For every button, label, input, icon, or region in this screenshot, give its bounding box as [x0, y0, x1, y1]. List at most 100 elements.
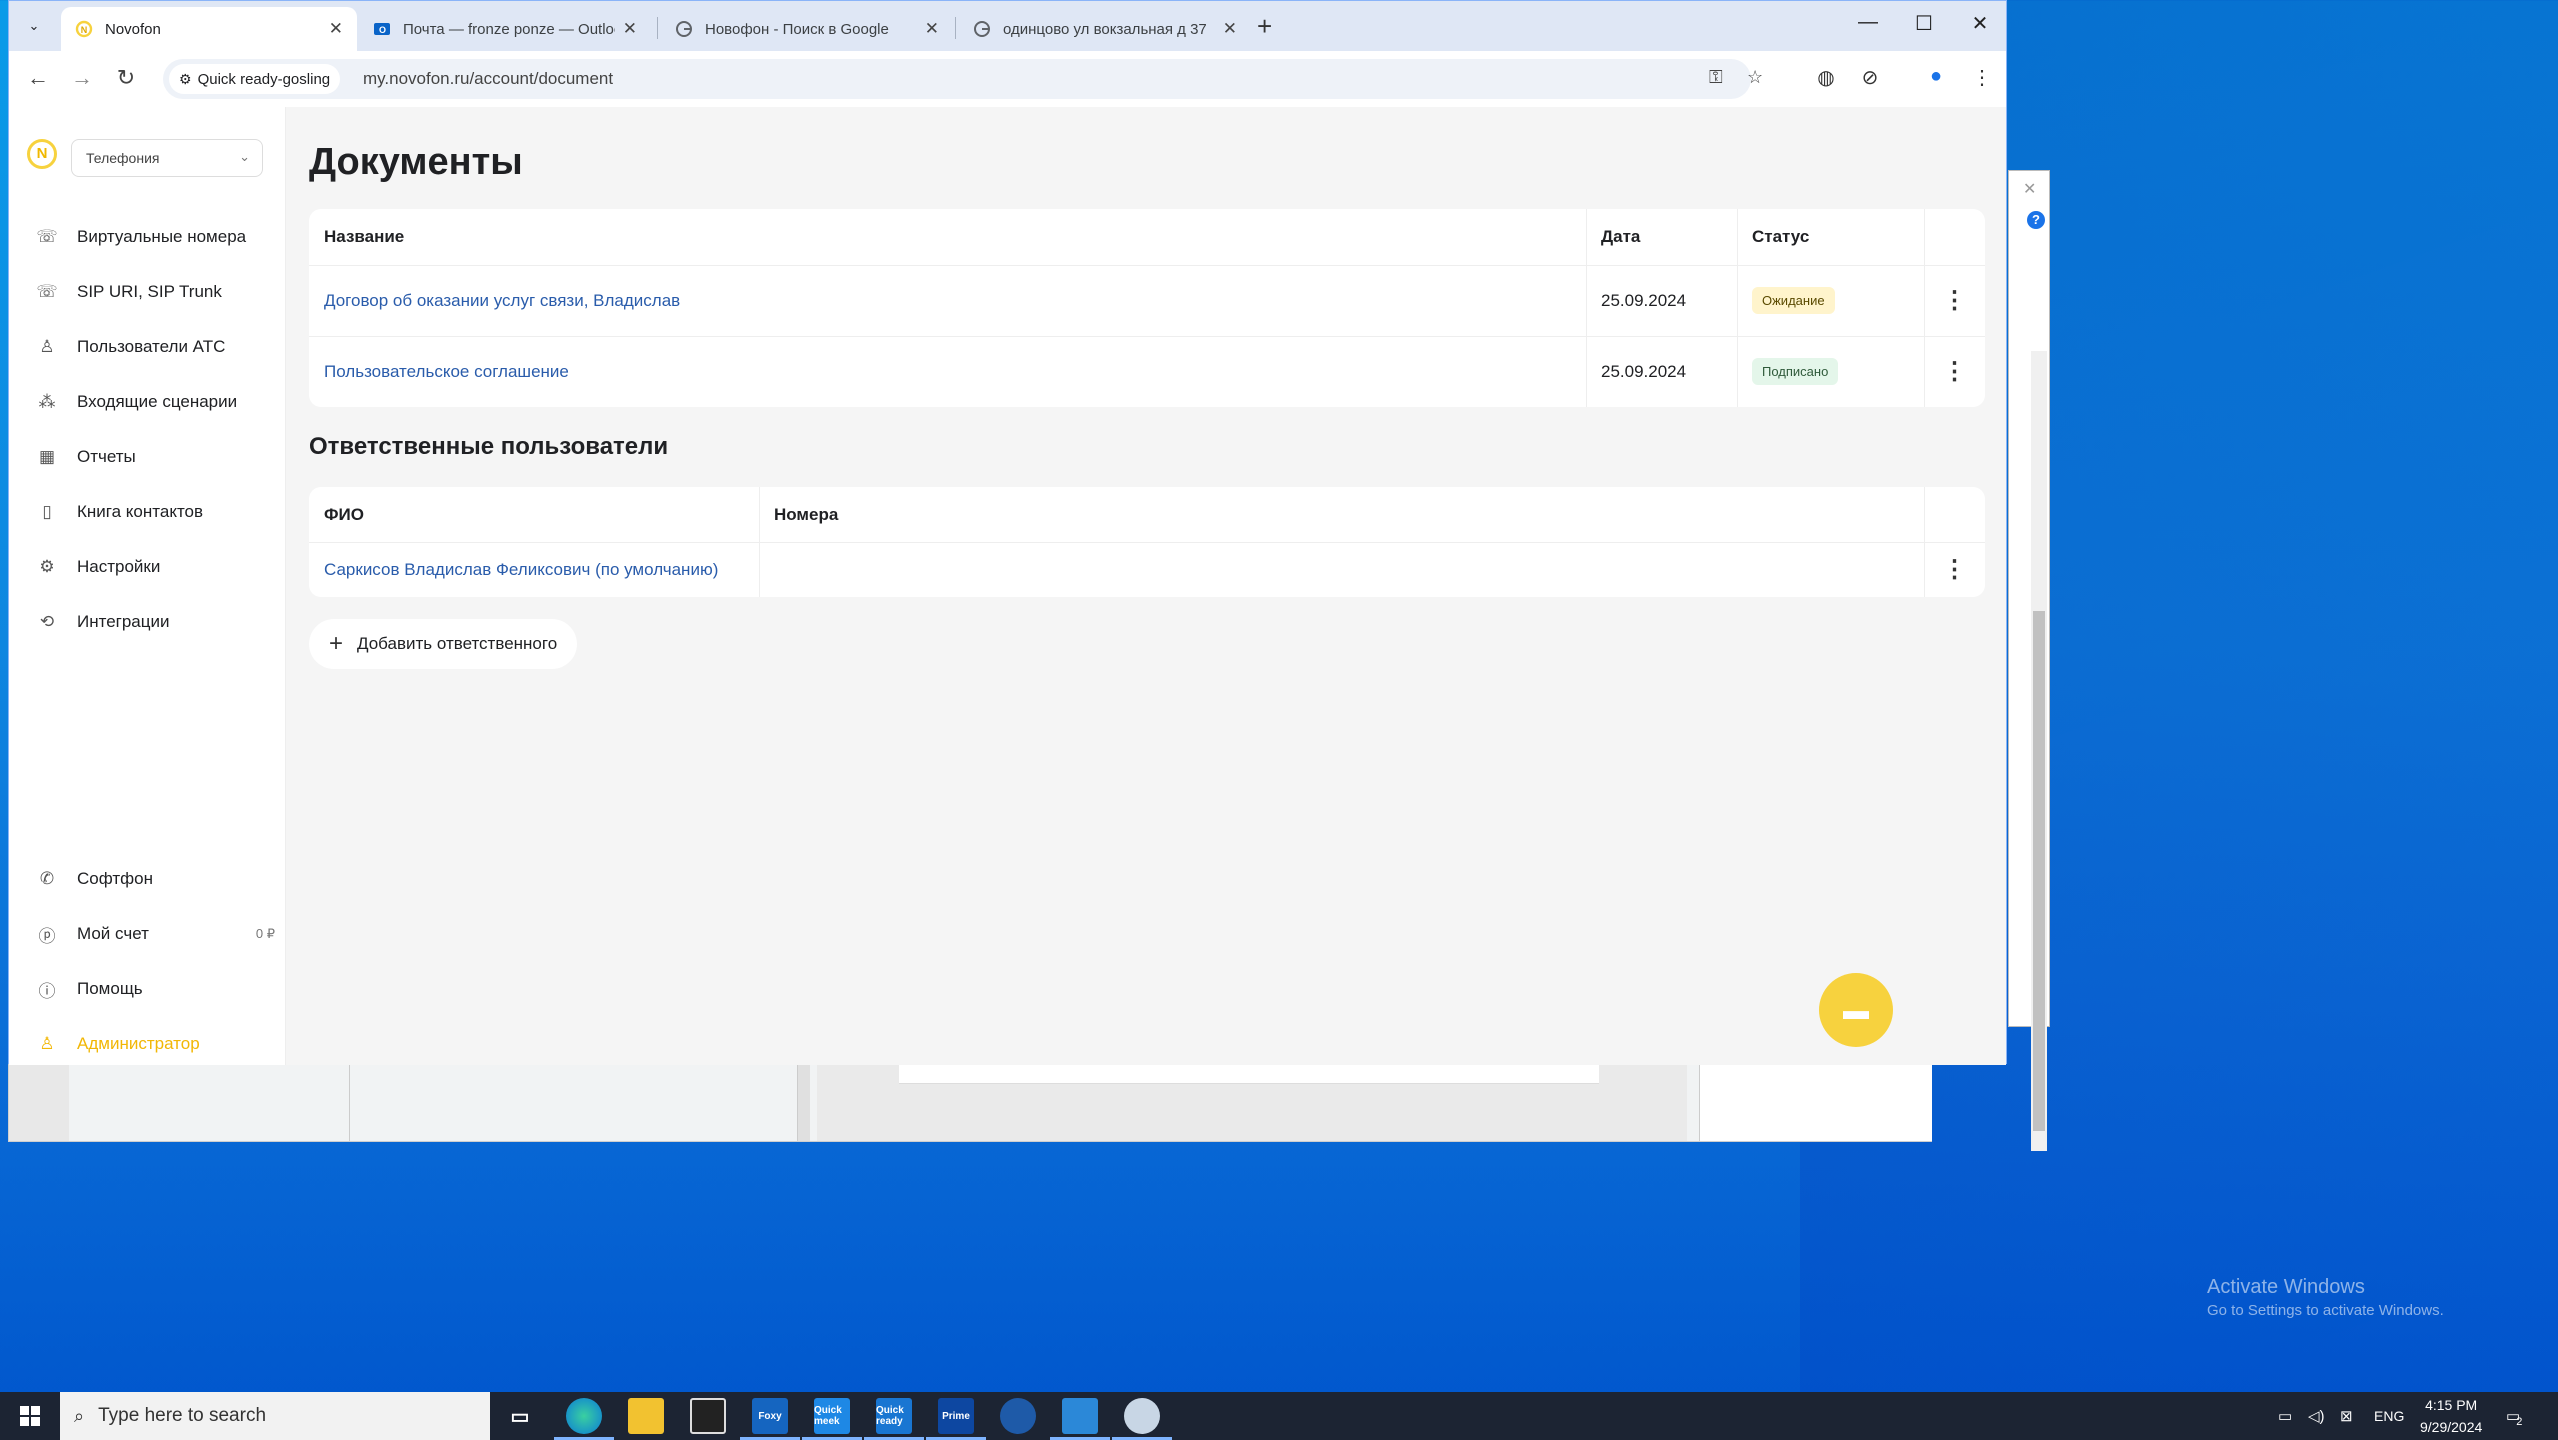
- terminal-icon[interactable]: [690, 1398, 726, 1434]
- bookmark-star-icon[interactable]: ☆: [1747, 67, 1763, 88]
- security-icon[interactable]: ⊠: [2340, 1392, 2353, 1440]
- forward-icon[interactable]: →: [67, 65, 97, 91]
- tab-google-search-1[interactable]: Новофон - Поиск в Google ✕: [661, 7, 953, 51]
- close-window-button[interactable]: ✕: [1965, 11, 1995, 36]
- table-header-row: Название Дата Статус: [309, 209, 1985, 266]
- app-quick-ready-icon[interactable]: Quick ready: [864, 1398, 924, 1440]
- sidebar-item-integrations[interactable]: ⟲ Интеграции: [35, 606, 275, 638]
- tab-title: Новофон - Поиск в Google: [705, 20, 889, 38]
- close-icon[interactable]: ✕: [2023, 179, 2036, 199]
- notification-count: 2: [2516, 1416, 2523, 1428]
- sidebar-item-help[interactable]: ⓘ Помощь: [35, 973, 275, 1005]
- product-select[interactable]: Телефония ⌄: [71, 139, 263, 177]
- column-header-numbers[interactable]: Номера: [759, 487, 1924, 542]
- site-settings-icon: ⚙: [179, 70, 192, 87]
- file-explorer-icon[interactable]: [628, 1398, 664, 1434]
- edge-icon[interactable]: [554, 1398, 614, 1440]
- tab-outlook[interactable]: O Почта — fronze ponze — Outlook ✕: [359, 7, 651, 51]
- tab-title: одинцово ул вокзальная д 37: [1003, 20, 1207, 38]
- profile-chip[interactable]: ⚙ Quick ready-gosling: [169, 64, 341, 94]
- sidebar-item-label: Пользователи АТС: [77, 337, 226, 356]
- status-cell: Ожидание: [1737, 265, 1924, 336]
- sidebar-item-incoming-scenarios[interactable]: ⁂ Входящие сценарии: [35, 386, 275, 418]
- camera-off-icon[interactable]: ⊘: [1855, 65, 1885, 90]
- close-tab-icon[interactable]: ✕: [329, 19, 343, 39]
- address-bar[interactable]: ⚙ Quick ready-gosling my.novofon.ru/acco…: [163, 59, 1763, 99]
- profile-avatar-icon[interactable]: ●: [1921, 65, 1951, 88]
- sidebar-item-label: SIP URI, SIP Trunk: [77, 282, 222, 301]
- app-quick-meek-icon[interactable]: Quick meek: [802, 1398, 862, 1440]
- close-tab-icon[interactable]: ✕: [1223, 19, 1237, 39]
- column-header-fio[interactable]: ФИО: [309, 487, 759, 542]
- document-link[interactable]: Договор об оказании услуг связи, Владисл…: [309, 265, 1586, 336]
- sidebar-item-label: Входящие сценарии: [77, 392, 238, 411]
- sidebar-item-admin[interactable]: ♙ Администратор: [35, 1028, 275, 1060]
- scrollbar-thumb[interactable]: [2033, 611, 2045, 1131]
- maximize-button[interactable]: ☐: [1909, 11, 1939, 36]
- sidebar-item-softphone[interactable]: ✆ Софтфон: [35, 863, 275, 895]
- url-text[interactable]: my.novofon.ru/account/document: [363, 69, 613, 89]
- reload-icon[interactable]: ↻: [111, 65, 141, 91]
- close-tab-icon[interactable]: ✕: [925, 19, 939, 39]
- sidebar-item-label: Виртуальные номера: [77, 227, 247, 246]
- tab-search-button[interactable]: ⌄: [21, 13, 47, 39]
- browser-menu-icon[interactable]: ⋮: [1967, 65, 1997, 90]
- background-window[interactable]: [8, 1060, 1932, 1142]
- network-icon[interactable]: ▭: [2278, 1392, 2292, 1440]
- table-row: Саркисов Владислав Феликсович (по умолча…: [309, 542, 1985, 597]
- balance-value: 0 ₽: [255, 926, 275, 941]
- document-link[interactable]: Пользовательское соглашение: [309, 336, 1586, 407]
- side-window[interactable]: ✕ ?: [2008, 170, 2050, 1151]
- sidebar-item-account[interactable]: ⓟ Мой счет 0 ₽: [35, 918, 276, 950]
- tab-title: Novofon: [105, 20, 161, 38]
- search-placeholder: Type here to search: [98, 1405, 267, 1426]
- activate-windows-watermark: Activate Windows Go to Settings to activ…: [2207, 1276, 2444, 1319]
- responsible-numbers: [759, 542, 1924, 597]
- task-view-icon[interactable]: ▭: [502, 1398, 538, 1434]
- close-tab-icon[interactable]: ✕: [623, 19, 637, 39]
- row-menu-icon[interactable]: ⋮: [1924, 336, 1985, 407]
- page-title: Документы: [309, 141, 523, 183]
- start-button[interactable]: [0, 1392, 60, 1440]
- google-icon: [974, 21, 990, 37]
- info-icon: ⓘ: [38, 981, 56, 1001]
- taskbar-search[interactable]: ⌕ Type here to search: [60, 1392, 490, 1440]
- sidebar-item-sip[interactable]: ☏ SIP URI, SIP Trunk: [35, 276, 275, 308]
- tab-google-search-2[interactable]: одинцово ул вокзальная д 37 ✕: [959, 7, 1251, 51]
- responsible-user-link[interactable]: Саркисов Владислав Феликсович (по умолча…: [309, 542, 759, 597]
- novofon-logo-icon[interactable]: N: [27, 139, 57, 169]
- back-icon[interactable]: ←: [23, 65, 53, 91]
- cookie-extension-icon[interactable]: ◍: [1811, 65, 1841, 90]
- outlook-icon: O: [374, 23, 390, 35]
- column-header-name[interactable]: Название: [309, 209, 1586, 265]
- integration-icon: ⟲: [39, 612, 55, 631]
- chat-button[interactable]: ▬: [1819, 973, 1893, 1047]
- minimize-button[interactable]: —: [1853, 11, 1883, 34]
- add-responsible-button[interactable]: + Добавить ответственного: [309, 619, 578, 669]
- app-foxy-icon[interactable]: Foxy: [740, 1398, 800, 1440]
- row-menu-icon[interactable]: ⋮: [1924, 265, 1985, 336]
- sidebar-item-reports[interactable]: ▦ Отчеты: [35, 441, 275, 473]
- tab-novofon[interactable]: N Novofon ✕: [61, 7, 357, 51]
- app-paint-icon[interactable]: [1112, 1398, 1172, 1440]
- app-outlook-icon[interactable]: [1050, 1398, 1110, 1440]
- clock[interactable]: 4:15 PM 9/29/2024: [2420, 1394, 2482, 1438]
- taskbar: ⌕ Type here to search ▭ Foxy Quick meek …: [0, 1392, 2558, 1440]
- column-header-status[interactable]: Статус: [1737, 209, 1924, 265]
- row-menu-icon[interactable]: ⋮: [1924, 542, 1985, 597]
- sidebar-item-virtual-numbers[interactable]: ☏ Виртуальные номера: [35, 221, 275, 253]
- volume-icon[interactable]: ◁): [2308, 1392, 2325, 1440]
- sidebar-item-label: Интеграции: [77, 612, 170, 631]
- help-icon[interactable]: ?: [2027, 211, 2045, 229]
- sidebar-item-pbx-users[interactable]: ♙ Пользователи АТС: [35, 331, 275, 363]
- sidebar-item-contacts[interactable]: ▯ Книга контактов: [35, 496, 275, 528]
- app-prime-icon[interactable]: Prime: [926, 1398, 986, 1440]
- sidebar-item-settings[interactable]: ⚙ Настройки: [35, 551, 275, 583]
- column-header-date[interactable]: Дата: [1586, 209, 1737, 265]
- notifications-icon[interactable]: ▭ 2: [2506, 1392, 2522, 1440]
- app-bird-icon[interactable]: [1000, 1398, 1036, 1434]
- phone-forward-icon: ☏: [36, 227, 58, 246]
- language-indicator[interactable]: ENG: [2374, 1392, 2404, 1440]
- new-tab-button[interactable]: +: [1257, 11, 1272, 42]
- password-key-icon[interactable]: ⚿: [1709, 67, 1723, 88]
